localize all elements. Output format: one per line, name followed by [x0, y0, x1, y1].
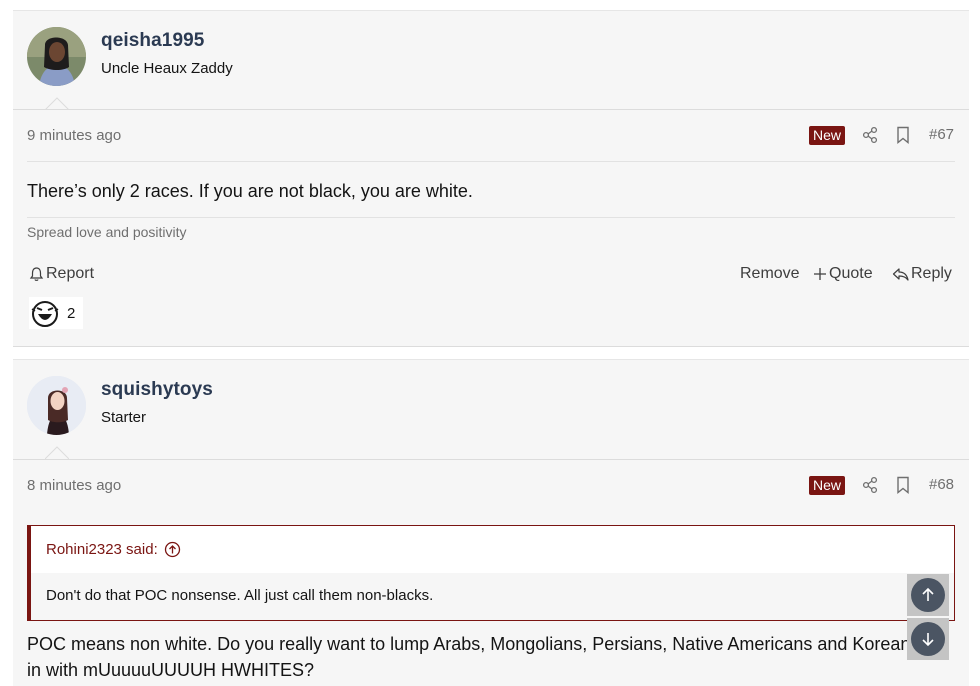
avatar[interactable]: [27, 376, 86, 435]
arrow-down-icon: [922, 633, 934, 647]
share-icon[interactable]: [862, 126, 878, 144]
post-body-line-2: in with mUuuuuUUUUH HWHITES?: [27, 660, 315, 680]
new-badge: New: [809, 476, 846, 495]
user-title: Uncle Heaux Zaddy: [101, 60, 233, 77]
bell-icon: [29, 267, 44, 281]
remove-button[interactable]: Remove: [740, 265, 800, 283]
reaction-summary[interactable]: 2: [29, 297, 83, 329]
user-title: Starter: [101, 409, 147, 426]
post-time[interactable]: 9 minutes ago: [27, 127, 121, 144]
remove-label: Remove: [740, 265, 800, 282]
username[interactable]: qeisha1995: [101, 30, 204, 52]
quote-author: Rohini2323 said:: [46, 541, 158, 558]
username[interactable]: squishytoys: [101, 379, 213, 401]
bookmark-icon[interactable]: [896, 126, 910, 144]
reply-label: Reply: [911, 265, 952, 282]
post-meta: 8 minutes ago New #68: [13, 459, 969, 511]
message-pointer: [45, 446, 69, 459]
divider: [27, 217, 955, 218]
post-time[interactable]: 8 minutes ago: [27, 477, 121, 494]
post-68: squishytoys Starter 8 minutes ago New #6…: [13, 359, 969, 686]
avatar[interactable]: [27, 27, 86, 86]
post-67: qeisha1995 Uncle Heaux Zaddy 9 minutes a…: [13, 10, 969, 347]
bookmark-icon[interactable]: [896, 476, 910, 494]
jump-to-quote-icon[interactable]: [164, 541, 181, 558]
divider: [27, 161, 955, 162]
share-icon[interactable]: [862, 476, 878, 494]
scroll-to-bottom-button[interactable]: [907, 618, 949, 660]
report-label: Report: [46, 265, 95, 282]
arrow-up-icon: [922, 587, 934, 601]
reply-icon: [892, 267, 909, 281]
reply-button[interactable]: Reply: [892, 265, 952, 283]
post-number[interactable]: #68: [929, 476, 954, 493]
quote-button[interactable]: Quote: [813, 265, 873, 283]
post-meta: 9 minutes ago New #67: [13, 109, 969, 161]
report-button[interactable]: Report: [29, 265, 94, 283]
quote-label: Quote: [829, 265, 873, 282]
quote-header[interactable]: Rohini2323 said:: [31, 526, 954, 573]
new-badge: New: [809, 126, 846, 145]
scroll-to-top-button[interactable]: [907, 574, 949, 616]
reaction-count: 2: [67, 304, 76, 322]
post-number[interactable]: #67: [929, 126, 954, 143]
post-body-line-1: POC means non white. Do you really want …: [27, 634, 920, 654]
post-user-header: squishytoys Starter: [13, 360, 969, 459]
laughing-reaction-icon: [31, 301, 59, 327]
post-body: There’s only 2 races. If you are not bla…: [27, 181, 473, 201]
signature: Spread love and positivity: [27, 224, 187, 240]
quote-text: Don't do that POC nonsense. All just cal…: [46, 587, 434, 604]
plus-icon: [814, 268, 826, 280]
quote-block: Rohini2323 said: Don't do that POC nonse…: [27, 525, 955, 621]
post-user-header: qeisha1995 Uncle Heaux Zaddy: [13, 11, 969, 110]
